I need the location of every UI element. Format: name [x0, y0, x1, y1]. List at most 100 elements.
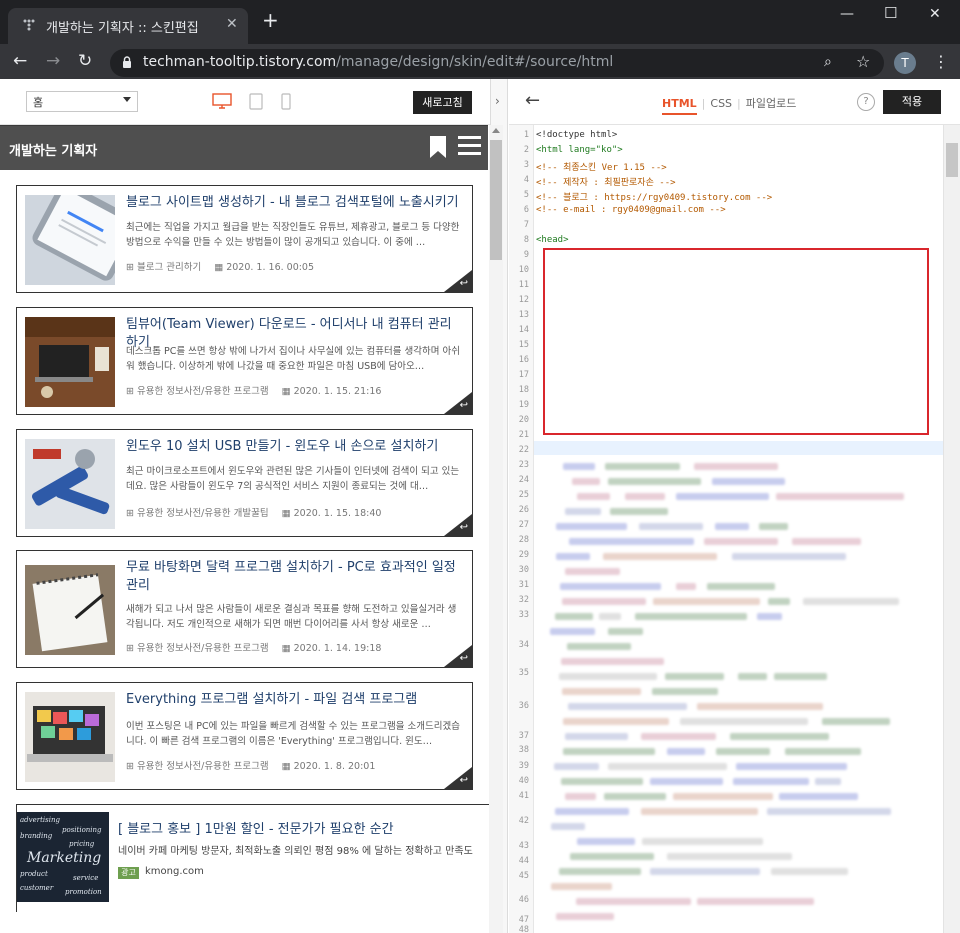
redacted-code	[565, 508, 601, 515]
tablet-view-icon[interactable]	[249, 93, 263, 110]
redacted-code	[779, 793, 858, 800]
desktop-view-icon[interactable]	[212, 93, 232, 109]
blog-title[interactable]: 개발하는 기획자	[9, 140, 97, 159]
redacted-code	[568, 703, 687, 710]
redacted-code	[605, 463, 680, 470]
post-category[interactable]: 유용한 정보사전/유용한 프로그램	[137, 643, 269, 654]
redacted-code	[715, 523, 749, 530]
ad-card[interactable]: advertising positioning branding pricing…	[16, 804, 490, 912]
mobile-view-icon[interactable]	[281, 93, 291, 110]
post-card[interactable]: 무료 바탕화면 달력 프로그램 설치하기 - PC로 효과적인 일정 관리 새해…	[16, 550, 473, 668]
line-number: 48	[518, 925, 529, 933]
page-select[interactable]: 홈	[26, 91, 138, 112]
category-icon: ⊞	[126, 386, 137, 397]
tab-html[interactable]: HTML	[662, 97, 697, 115]
post-title[interactable]: 블로그 사이트맵 생성하기 - 내 블로그 검색포털에 노출시키기	[126, 194, 462, 212]
collapse-arrow-icon[interactable]: ›	[495, 94, 500, 108]
post-category[interactable]: 유용한 정보사전/유용한 프로그램	[137, 386, 269, 397]
bookmark-star-icon[interactable]: ☆	[856, 52, 870, 71]
line-number: 47	[518, 915, 529, 925]
redacted-code	[738, 673, 767, 680]
minimize-icon[interactable]: —	[840, 6, 854, 22]
tab-css[interactable]: CSS	[710, 97, 732, 110]
back-arrow-icon[interactable]: ←	[525, 90, 540, 111]
tab-title: 개발하는 기획자 :: 스킨편집	[46, 21, 199, 36]
redacted-code	[653, 598, 760, 605]
ad-image-word: positioning	[62, 826, 102, 834]
line-number: 28	[518, 535, 529, 545]
calendar-icon: ▦	[214, 262, 227, 273]
redacted-code	[625, 493, 665, 500]
line-number: 15	[518, 340, 529, 350]
new-tab-icon[interactable]: +	[262, 10, 279, 30]
post-title[interactable]: 윈도우 10 설치 USB 만들기 - 윈도우 내 손으로 설치하기	[126, 438, 462, 456]
post-date: 2020. 1. 16. 00:05	[226, 262, 315, 273]
forward-arrow-icon[interactable]: →	[46, 52, 60, 70]
redacted-code	[559, 673, 657, 680]
redacted-code	[792, 538, 861, 545]
redacted-code	[730, 733, 829, 740]
editor-tabs: HTML | CSS | 파일업로드	[662, 95, 797, 115]
post-date: 2020. 1. 15. 21:16	[293, 386, 382, 397]
maximize-icon[interactable]: ☐	[884, 4, 897, 22]
line-number: 5	[523, 190, 529, 200]
redacted-code	[576, 898, 691, 905]
reply-icon[interactable]: ↩	[460, 775, 468, 786]
reply-icon[interactable]: ↩	[460, 278, 468, 289]
post-card[interactable]: Everything 프로그램 설치하기 - 파일 검색 프로그램 이번 포스팅…	[16, 682, 473, 790]
bookmark-icon[interactable]	[429, 135, 447, 159]
blog-header: 개발하는 기획자	[0, 125, 488, 170]
redacted-code	[635, 613, 747, 620]
redacted-code	[565, 568, 620, 575]
ad-title[interactable]: [ 블로그 홍보 ] 1만원 할인 - 전문가가 필요한 순간	[118, 818, 394, 837]
back-arrow-icon[interactable]: ←	[13, 52, 27, 70]
editor-scroll-thumb[interactable]	[946, 143, 958, 177]
browser-menu-icon[interactable]: ⋮	[933, 52, 949, 71]
ad-source[interactable]: kmong.com	[145, 866, 204, 877]
line-number: 23	[518, 460, 529, 470]
redacted-code	[767, 808, 891, 815]
profile-avatar[interactable]: T	[894, 52, 916, 74]
post-category[interactable]: 블로그 관리하기	[137, 262, 201, 273]
apply-button[interactable]: 적용	[883, 90, 941, 114]
reload-icon[interactable]: ↻	[78, 52, 92, 70]
redacted-code	[572, 478, 600, 485]
line-number: 13	[518, 310, 529, 320]
refresh-button[interactable]: 새로고침	[413, 91, 472, 114]
preview-scroll-thumb[interactable]	[490, 140, 502, 260]
hamburger-menu-icon[interactable]	[458, 136, 481, 156]
reply-icon[interactable]: ↩	[460, 522, 468, 533]
category-icon: ⊞	[126, 262, 137, 273]
post-card[interactable]: 윈도우 10 설치 USB 만들기 - 윈도우 내 손으로 설치하기 최근 마이…	[16, 429, 473, 537]
post-category[interactable]: 유용한 정보사전/유용한 개발꿀팁	[137, 508, 269, 519]
scroll-up-icon[interactable]	[492, 128, 500, 133]
redacted-code	[608, 628, 643, 635]
post-category[interactable]: 유용한 정보사전/유용한 프로그램	[137, 761, 269, 772]
category-icon: ⊞	[126, 508, 137, 519]
browser-tab[interactable]: 개발하는 기획자 :: 스킨편집 ✕	[8, 8, 248, 44]
preview-scrollbar[interactable]	[489, 125, 503, 933]
address-bar[interactable]: techman-tooltip.tistory.com/manage/desig…	[110, 49, 884, 77]
line-number: 29	[518, 550, 529, 560]
window-close-icon[interactable]: ✕	[929, 6, 941, 22]
reply-icon[interactable]: ↩	[460, 400, 468, 411]
post-card[interactable]: 팀뷰어(Team Viewer) 다운로드 - 어디서나 내 컴퓨터 관리하기 …	[16, 307, 473, 415]
reply-icon[interactable]: ↩	[460, 653, 468, 664]
redacted-code	[565, 793, 596, 800]
tab-close-icon[interactable]: ✕	[226, 16, 238, 32]
code-editor[interactable]: 1 2 3 4 5 6 7 8 9 10 11 12 13 14 15 16 17 18 19 20 21 22 23 24 2…	[509, 125, 960, 933]
line-number: 25	[518, 490, 529, 500]
help-icon[interactable]: ?	[857, 93, 875, 111]
url-host: techman-tooltip.tistory.com	[143, 54, 337, 70]
post-title[interactable]: 무료 바탕화면 달력 프로그램 설치하기 - PC로 효과적인 일정 관리	[126, 559, 462, 595]
zoom-icon[interactable]: ⌕	[824, 54, 832, 70]
editor-scrollbar[interactable]	[943, 125, 960, 933]
code-line: <!-- 제작자 : 최필판로자손 -->	[536, 178, 676, 188]
post-title[interactable]: Everything 프로그램 설치하기 - 파일 검색 프로그램	[126, 691, 462, 709]
post-card[interactable]: 블로그 사이트맵 생성하기 - 내 블로그 검색포털에 노출시키기 최근에는 직…	[16, 185, 473, 293]
post-date: 2020. 1. 15. 18:40	[293, 508, 382, 519]
redacted-code	[555, 808, 629, 815]
redacted-code	[733, 778, 809, 785]
ad-image-word: promotion	[65, 888, 102, 896]
tab-file-upload[interactable]: 파일업로드	[746, 97, 797, 110]
